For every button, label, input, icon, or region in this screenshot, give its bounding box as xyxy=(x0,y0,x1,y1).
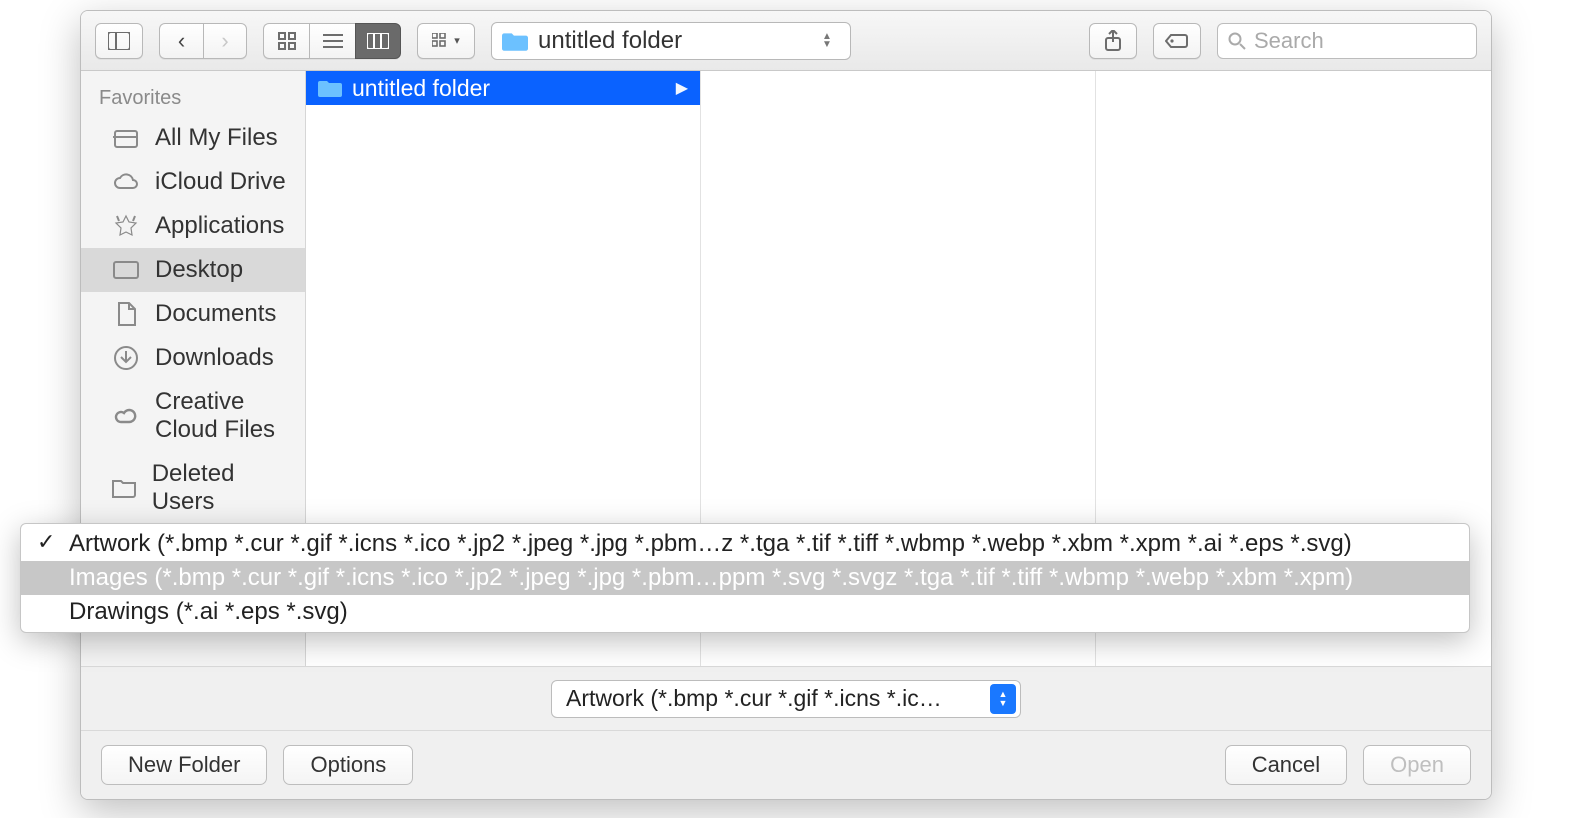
sidebar-toggle-icon xyxy=(108,32,130,50)
tag-icon xyxy=(1165,33,1189,49)
grid-icon xyxy=(278,32,296,50)
arrange-button[interactable]: ▾ xyxy=(417,23,475,59)
sidebar-header: Favorites xyxy=(81,77,305,116)
sidebar-item-label: All My Files xyxy=(155,124,278,152)
cancel-button[interactable]: Cancel xyxy=(1225,745,1347,785)
sidebar-item-label: Documents xyxy=(155,300,276,328)
path-label: untitled folder xyxy=(538,27,682,55)
list-icon xyxy=(323,33,343,49)
folder-icon xyxy=(318,78,342,98)
file-row-label: untitled folder xyxy=(352,75,490,102)
chevron-down-icon: ▾ xyxy=(454,34,460,47)
arrange-icon xyxy=(432,33,450,49)
downloads-icon xyxy=(111,345,141,371)
stepper-icon: ▲▼ xyxy=(822,33,840,49)
all-my-files-icon xyxy=(111,125,141,151)
sidebar-item-label: iCloud Drive xyxy=(155,168,286,196)
sidebar-item-deleted-users[interactable]: Deleted Users xyxy=(81,452,305,524)
sidebar-item-icloud-drive[interactable]: iCloud Drive xyxy=(81,160,305,204)
file-row[interactable]: untitled folder ▶ xyxy=(306,71,700,105)
nav-segment: ‹ › xyxy=(159,23,247,59)
sidebar-item-creative-cloud-files[interactable]: Creative Cloud Files xyxy=(81,380,305,452)
columns-icon xyxy=(367,33,389,49)
sidebar-item-label: Downloads xyxy=(155,344,274,372)
view-mode-segment xyxy=(263,23,401,59)
stepper-icon: ▲▼ xyxy=(990,684,1016,714)
options-button[interactable]: Options xyxy=(283,745,413,785)
sidebar-item-label: Creative Cloud Files xyxy=(155,388,287,444)
file-type-option[interactable]: Images (*.bmp *.cur *.gif *.icns *.ico *… xyxy=(21,561,1469,595)
open-dialog: ‹ › ▾ untitled folder ▲▼ xyxy=(80,10,1492,800)
list-view-button[interactable] xyxy=(309,23,355,59)
file-type-option[interactable]: Drawings (*.ai *.eps *.svg) xyxy=(21,595,1469,629)
sidebar-item-label: Desktop xyxy=(155,256,243,284)
share-icon xyxy=(1104,30,1122,52)
folder-icon xyxy=(111,475,138,501)
applications-icon xyxy=(111,213,141,239)
toolbar: ‹ › ▾ untitled folder ▲▼ xyxy=(81,11,1491,71)
sidebar-toggle-button[interactable] xyxy=(95,23,143,59)
icloud-icon xyxy=(111,169,141,195)
sidebar-item-applications[interactable]: Applications xyxy=(81,204,305,248)
desktop-icon xyxy=(111,257,141,283)
sidebar-item-desktop[interactable]: Desktop xyxy=(81,248,305,292)
back-button[interactable]: ‹ xyxy=(159,23,203,59)
file-type-option[interactable]: Artwork (*.bmp *.cur *.gif *.icns *.ico … xyxy=(21,527,1469,561)
sidebar-item-downloads[interactable]: Downloads xyxy=(81,336,305,380)
file-type-selected-label: Artwork (*.bmp *.cur *.gif *.icns *.ic… xyxy=(566,685,982,712)
share-button[interactable] xyxy=(1089,23,1137,59)
sidebar-item-label: Applications xyxy=(155,212,284,240)
search-placeholder: Search xyxy=(1254,28,1324,54)
chevron-right-icon: › xyxy=(221,28,228,54)
folder-icon xyxy=(502,30,528,52)
chevron-right-icon: ▶ xyxy=(676,78,688,98)
dialog-footer: New Folder Options Cancel Open xyxy=(81,731,1491,799)
file-type-menu[interactable]: Artwork (*.bmp *.cur *.gif *.icns *.ico … xyxy=(20,523,1470,633)
new-folder-button[interactable]: New Folder xyxy=(101,745,267,785)
tags-button[interactable] xyxy=(1153,23,1201,59)
sidebar-item-documents[interactable]: Documents xyxy=(81,292,305,336)
column-view-button[interactable] xyxy=(355,23,401,59)
open-button[interactable]: Open xyxy=(1363,745,1471,785)
documents-icon xyxy=(111,301,141,327)
search-icon xyxy=(1228,32,1246,50)
icon-view-button[interactable] xyxy=(263,23,309,59)
sidebar-item-label: Deleted Users xyxy=(152,460,287,516)
forward-button[interactable]: › xyxy=(203,23,247,59)
creative-cloud-icon xyxy=(111,403,141,429)
search-field[interactable]: Search xyxy=(1217,23,1477,59)
chevron-left-icon: ‹ xyxy=(178,28,185,54)
file-type-row: Artwork (*.bmp *.cur *.gif *.icns *.ic… … xyxy=(81,667,1491,731)
file-type-select[interactable]: Artwork (*.bmp *.cur *.gif *.icns *.ic… … xyxy=(551,680,1021,718)
path-popup[interactable]: untitled folder ▲▼ xyxy=(491,22,851,60)
sidebar-item-all-my-files[interactable]: All My Files xyxy=(81,116,305,160)
